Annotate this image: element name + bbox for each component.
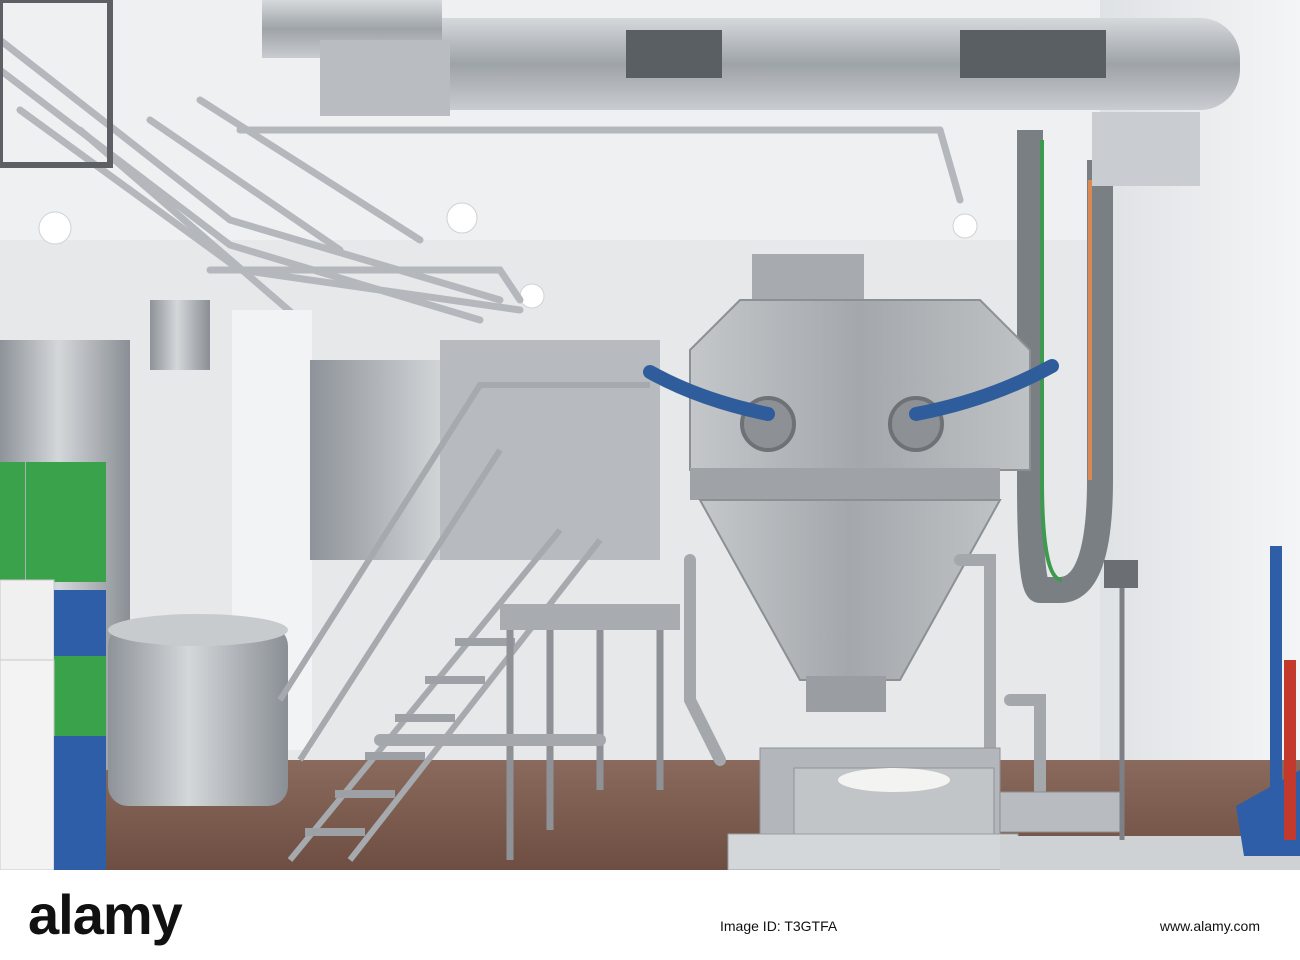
red-handle [1284,660,1296,840]
weighing-scale [999,791,1121,833]
source-url: www.alamy.com [1159,918,1260,934]
watermark-footer: alamy Image ID: T3GTFA www.alamy.com [0,870,1300,960]
platform [500,604,680,630]
tank-lid [108,614,288,646]
powder-pile [838,768,950,792]
image-id: Image ID: T3GTFA [720,918,838,934]
duct-right [1092,112,1200,186]
small-tank [150,300,210,370]
shovel-handle [1270,546,1282,806]
process-tank [440,340,660,560]
logo-text: alamy [28,883,183,946]
mixing-tank [108,626,288,806]
alamy-logo: alamy [28,882,183,947]
foreground-tray [727,833,1019,870]
ceiling-light [952,213,978,239]
duct-grille [960,30,1106,78]
duct-box [320,40,450,116]
duct-grille [626,30,722,78]
factory-scene [0,0,1300,870]
ceiling-light [446,202,478,234]
wall-equipment [1104,560,1138,588]
factory-photo [0,0,1300,870]
ceiling-light [38,211,72,245]
ceiling-light [519,283,545,309]
crate-stack [0,462,106,870]
